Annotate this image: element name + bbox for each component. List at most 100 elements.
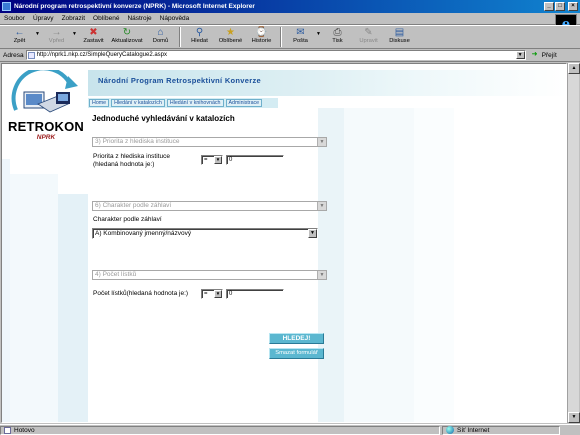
printer-icon: ⎙ [333,27,342,38]
back-button[interactable]: ← Zpět [4,26,35,48]
edit-button[interactable]: ✎ Upravit [353,26,384,48]
scroll-up-icon[interactable]: ▲ [568,63,580,74]
stop-label: Zastavit [83,38,104,44]
clear-form-button[interactable]: Smazat formulář [269,348,324,359]
count-value-input[interactable]: 0 [226,289,284,299]
discuss-icon: ▤ [394,27,405,38]
priority-field-hint: (hledaná hodnota je:) [93,161,155,168]
logo-subtitle: NPRK [36,134,56,141]
address-url: http://nprk1.nkp.cz/SimpleQueryCatalogue… [36,52,168,58]
favorites-button[interactable]: ★ Oblíbené [215,26,246,48]
character-select[interactable]: A) Kombinovaný jmenný/názvový ▼ [92,228,318,239]
chevron-down-icon: ▼ [317,202,326,210]
count-operator-select[interactable]: = ▼ [201,289,223,299]
banner-title: Národní Program Retrospektivní Konverze [98,76,261,85]
history-icon: ⌚ [255,27,268,38]
criterion-select-count[interactable]: 4) Počet lístků ▼ [92,270,327,280]
history-button[interactable]: ⌚ Historie [246,26,277,48]
go-label: Přejít [541,51,557,59]
page-icon [27,51,35,59]
criterion-label: 3) Priorita z hlediska instituce [95,138,180,145]
history-label: Historie [251,38,272,44]
retrokon-logo-icon [11,70,78,113]
favorites-folder-icon: ★ [226,27,235,38]
toolbar-separator [280,27,282,47]
decor-stripe [10,174,58,422]
back-arrow-icon: ← [14,27,25,38]
operator-value: = [204,157,208,163]
mail-button[interactable]: ✉ Pošta [285,26,316,48]
refresh-button[interactable]: ↻ Aktualizovat [109,26,145,48]
nav-tab-administration[interactable]: Administrace [225,99,263,107]
criterion-label: 4) Počet lístků [95,271,137,278]
close-button[interactable]: × [568,2,578,11]
minimize-button[interactable]: _ [544,2,554,11]
window-title: Národní program retrospektivní konverze … [14,3,255,10]
go-arrow-icon: ➜ [531,51,538,58]
go-button[interactable]: ➜ Přejít [532,51,557,59]
discuss-button[interactable]: ▤ Diskuse [384,26,415,48]
nav-tab-search-libraries[interactable]: Hledání v knihovnách [166,99,224,107]
security-zone-cell: Síť Internet [442,425,560,435]
home-button[interactable]: ⌂ Domů [145,26,176,48]
mail-icon: ✉ [296,27,305,38]
favorites-label: Oblíbené [218,38,243,44]
character-selected-value: A) Kombinovaný jmenný/názvový [95,230,192,237]
vertical-scrollbar[interactable]: ▲ ▼ [567,63,580,423]
stop-icon: ✖ [89,27,98,38]
search-icon: ⚲ [195,27,204,38]
menu-favorites[interactable]: Oblíbené [93,15,119,22]
decor-stripe [344,108,414,422]
chevron-down-icon: ▼ [214,156,222,164]
chevron-down-icon: ▼ [317,138,326,146]
security-zone-text: Síť Internet [457,426,490,434]
criterion-label: 6) Charakter podle záhlaví [95,202,172,209]
status-bar: Hotovo Síť Internet [0,424,580,435]
back-label: Zpět [13,38,26,44]
status-text: Hotovo [14,426,35,434]
refresh-label: Aktualizovat [111,38,143,44]
scroll-down-icon[interactable]: ▼ [568,412,580,423]
menu-file[interactable]: Soubor [4,15,25,22]
standard-toolbar: ← Zpět ▼ → Vpřed ▼ ✖ Zastavit ↻ Aktualiz… [0,25,580,49]
menu-help[interactable]: Nápověda [160,15,190,22]
nav-tab-search-catalogues[interactable]: Hledání v katalozích [111,99,165,107]
menu-view[interactable]: Zobrazit [62,15,85,22]
menu-bar: Soubor Úpravy Zobrazit Oblíbené Nástroje… [0,13,580,25]
search-button[interactable]: ⚲ Hledat [184,26,215,48]
edit-label: Upravit [359,38,378,44]
address-dropdown-icon[interactable]: ▼ [515,51,525,59]
forward-button[interactable]: → Vpřed [41,26,72,48]
priority-field-label: Priorita z hlediska instituce [93,153,170,160]
operator-value: = [204,291,208,297]
header-banner-fade [418,70,566,96]
stop-button[interactable]: ✖ Zastavit [78,26,109,48]
menu-tools[interactable]: Nástroje [127,15,151,22]
character-field-label: Charakter podle záhlaví [93,216,162,223]
chevron-down-icon: ▼ [308,229,317,238]
logo-wordmark: RETROKON [8,119,84,134]
chevron-down-icon: ▼ [214,290,222,298]
page-viewport: RETROKON NPRK Národní Program Retrospekt… [1,63,567,423]
priority-operator-select[interactable]: = ▼ [201,155,223,165]
menu-edit[interactable]: Úpravy [33,15,54,22]
decor-stripe [2,159,10,422]
maximize-button[interactable]: □ [555,2,565,11]
mail-label: Pošta [293,38,308,44]
internet-globe-icon [446,426,454,434]
refresh-icon: ↻ [122,27,132,38]
decor-stripe [58,194,88,422]
edit-icon: ✎ [364,27,373,38]
criterion-select-character[interactable]: 6) Charakter podle záhlaví ▼ [92,201,327,211]
chevron-down-icon: ▼ [317,271,326,279]
search-submit-button[interactable]: HLEDEJ! [269,333,324,344]
home-icon: ⌂ [157,27,164,38]
priority-value-input[interactable]: 0 [226,155,284,165]
nav-tab-home[interactable]: Home [89,99,110,107]
address-input[interactable]: http://nprk1.nkp.cz/SimpleQueryCatalogue… [25,50,526,60]
print-button[interactable]: ⎙ Tisk [322,26,353,48]
home-label: Domů [152,38,169,44]
main-nav: Home Hledání v katalozích Hledání v knih… [89,99,263,107]
print-label: Tisk [332,38,343,44]
criterion-select-priority[interactable]: 3) Priorita z hlediska instituce ▼ [92,137,327,147]
